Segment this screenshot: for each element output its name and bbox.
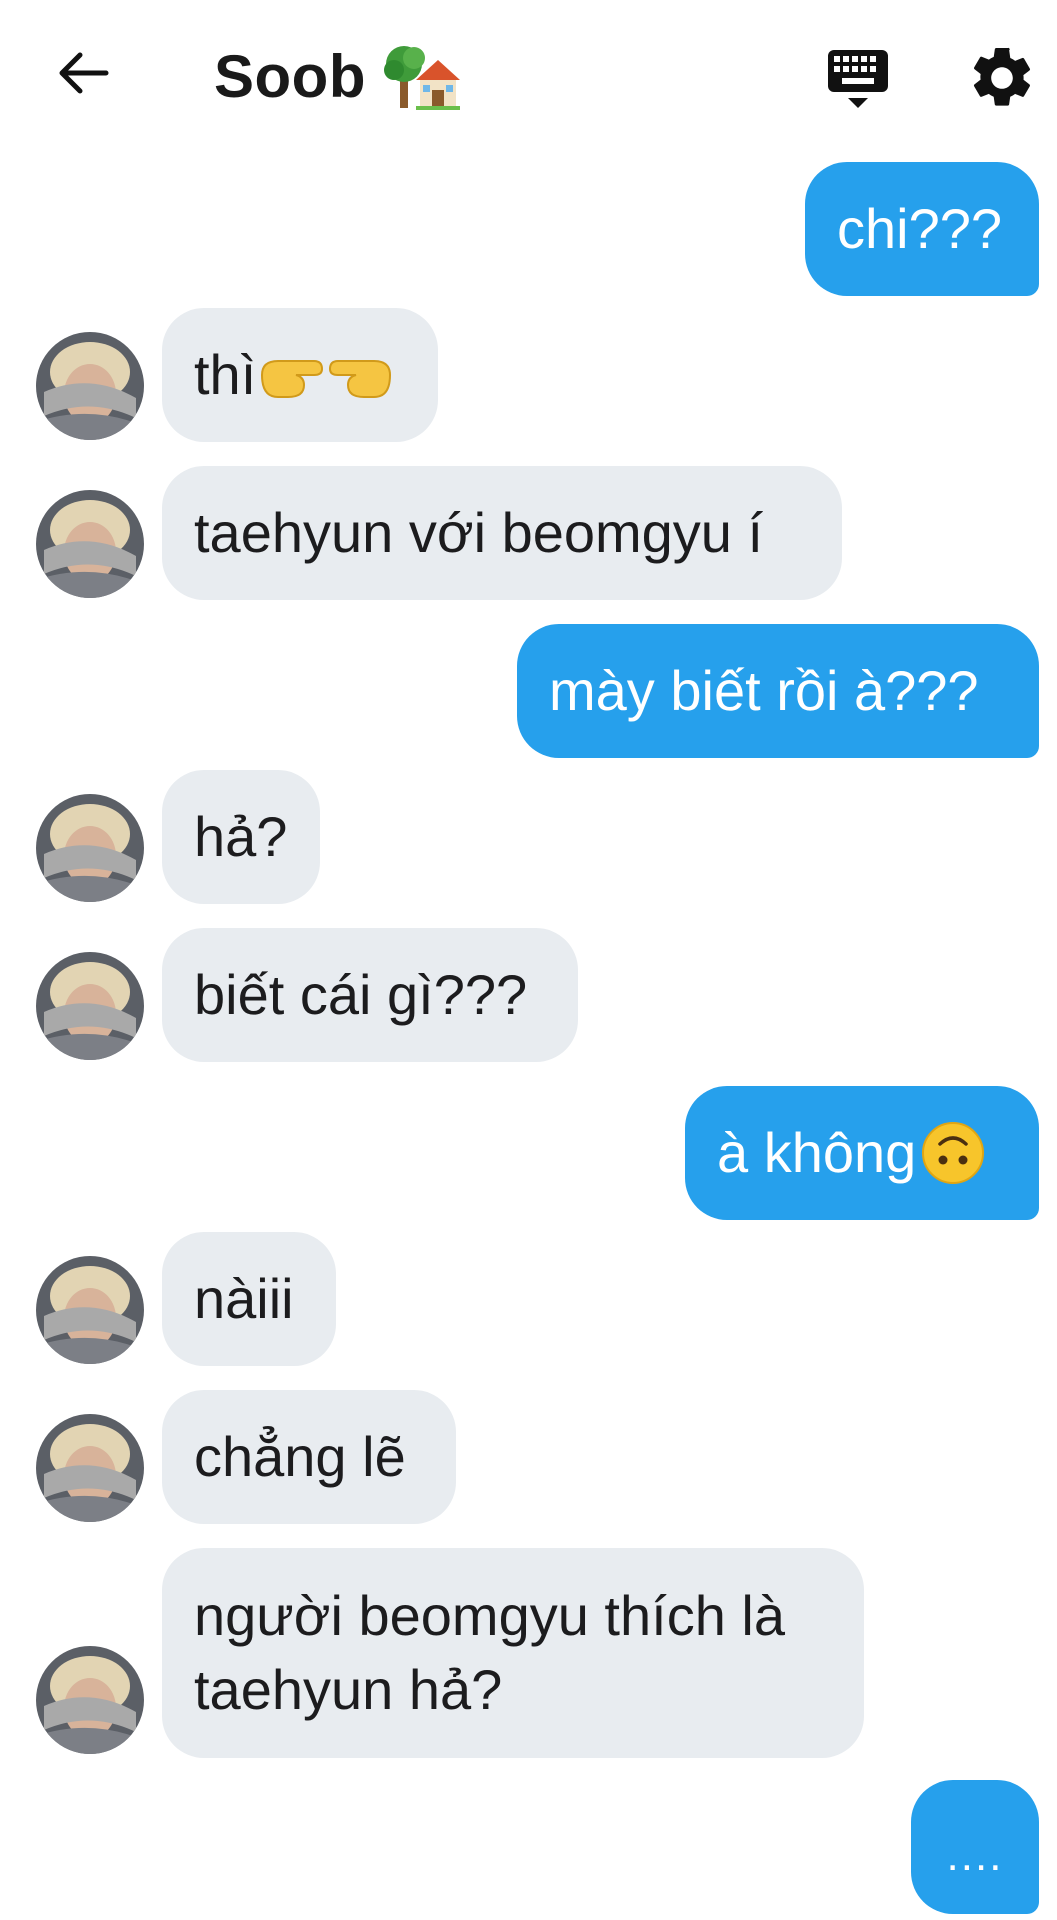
message-text: chi??? [837, 197, 1003, 260]
contact-avatar-photo [36, 952, 144, 1060]
message-text: taehyun với beomgyu í [194, 501, 764, 564]
avatar[interactable] [36, 332, 144, 440]
avatar[interactable] [36, 1646, 144, 1754]
incoming-message: thì [162, 308, 438, 442]
chat-header: Soob [0, 0, 1057, 150]
chat-title-area: Soob [214, 36, 462, 116]
message-text: à không [717, 1121, 917, 1184]
incoming-message: nàiii [162, 1232, 336, 1366]
avatar[interactable] [36, 490, 144, 598]
keyboard-icon [828, 50, 888, 108]
upside-down-face-emoji-icon [922, 1122, 985, 1184]
avatar[interactable] [36, 952, 144, 1060]
contact-avatar-photo [36, 1256, 144, 1364]
incoming-message: biết cái gì??? [162, 928, 578, 1062]
settings-button[interactable] [966, 42, 1038, 114]
message-text: người beomgyu thích là taehyun hả? [194, 1584, 785, 1721]
outgoing-message: mày biết rồi à??? [517, 624, 1039, 758]
contact-avatar-photo [36, 332, 144, 440]
outgoing-message: chi??? [805, 162, 1039, 296]
keyboard-button[interactable] [822, 42, 894, 114]
message-text: hả? [194, 805, 288, 868]
avatar[interactable] [36, 794, 144, 902]
incoming-message: chẳng lẽ [162, 1390, 456, 1524]
avatar[interactable] [36, 1256, 144, 1364]
back-button[interactable] [50, 40, 116, 106]
message-text: biết cái gì??? [194, 963, 528, 1026]
message-text: thì [194, 343, 257, 406]
message-text: .... [946, 1831, 1004, 1880]
message-text: nàiii [194, 1267, 294, 1330]
message-list[interactable]: chi??? thì taehyun với beomgyu í mày biế… [0, 150, 1057, 1920]
contact-avatar-photo [36, 490, 144, 598]
outgoing-message: .... [911, 1780, 1039, 1914]
message-text: chẳng lẽ [194, 1425, 406, 1488]
contact-avatar-photo [36, 1414, 144, 1522]
contact-avatar-photo [36, 794, 144, 902]
gear-icon [973, 47, 1031, 106]
avatar[interactable] [36, 1414, 144, 1522]
contact-name: Soob [214, 42, 366, 110]
message-text: mày biết rồi à??? [549, 659, 979, 722]
contact-avatar-photo [36, 1646, 144, 1754]
incoming-message: taehyun với beomgyu í [162, 466, 842, 600]
arrow-left-icon [59, 52, 109, 94]
tree-house-emoji-icon [383, 46, 460, 110]
incoming-message: hả? [162, 770, 320, 904]
outgoing-message: à không [685, 1086, 1039, 1220]
pointing-hands-emoji-icon [261, 360, 392, 398]
incoming-message: người beomgyu thích là taehyun hả? [162, 1548, 864, 1758]
